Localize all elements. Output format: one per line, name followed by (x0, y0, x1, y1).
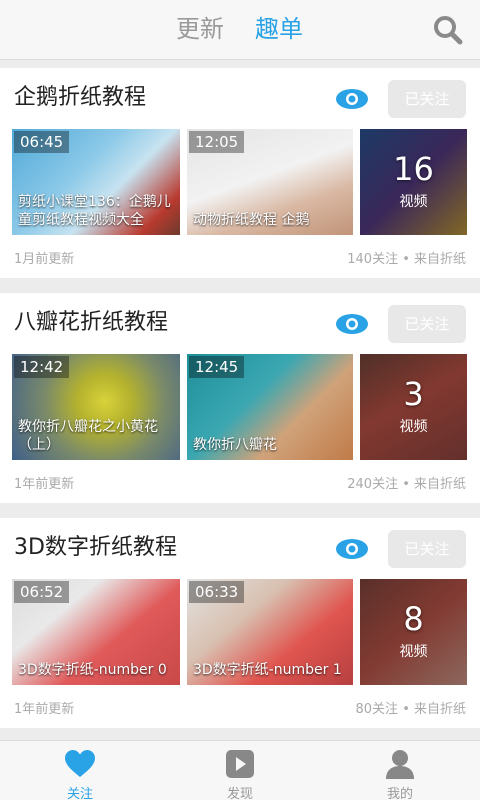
video-thumbnail[interactable]: 12:05 动物折纸教程 企鹅 (187, 129, 353, 235)
nav-label: 我的 (386, 787, 413, 800)
video-thumbnail[interactable]: 06:33 3D数字折纸-number 1 (187, 579, 353, 685)
nav-label: 关注 (66, 787, 93, 800)
updated-time: 1月前更新 (14, 252, 75, 267)
follow-count-source: 140关注 • 来自折纸 (347, 252, 466, 267)
updated-time: 1年前更新 (14, 477, 75, 492)
video-thumbnail[interactable]: 06:45 剪纸小课堂136：企鹅儿童剪纸教程视频大全 (12, 129, 180, 235)
video-thumbnail[interactable]: 12:42 教你折八瓣花之小黄花（上） (12, 354, 180, 460)
video-title: 教你折八瓣花 (193, 437, 277, 453)
video-count-label: 视频 (399, 194, 428, 210)
video-title: 3D数字折纸-number 1 (193, 662, 342, 678)
more-videos-tile[interactable]: 8 视频 (360, 579, 467, 685)
video-duration: 12:45 (189, 356, 245, 378)
person-icon (386, 750, 414, 779)
video-duration: 06:52 (14, 581, 70, 603)
video-title: 3D数字折纸-number 0 (18, 662, 167, 678)
video-duration: 06:45 (14, 131, 70, 153)
video-thumbnail[interactable]: 12:45 教你折八瓣花 (187, 354, 353, 460)
search-icon[interactable] (432, 14, 464, 46)
playlist-card[interactable]: 3D数字折纸教程 已关注 06:52 3D数字折纸-number 0 06:33… (0, 518, 480, 728)
followed-button[interactable]: 已关注 (388, 530, 466, 568)
playlist-title: 3D数字折纸教程 (14, 535, 177, 560)
video-count: 16 (393, 150, 434, 188)
video-thumbnail[interactable]: 06:52 3D数字折纸-number 0 (12, 579, 180, 685)
video-count: 8 (403, 600, 424, 638)
follow-count-source: 80关注 • 来自折纸 (355, 702, 466, 717)
video-duration: 12:05 (189, 131, 245, 153)
tab-lists[interactable]: 趣单 (255, 14, 303, 44)
followed-button[interactable]: 已关注 (388, 305, 466, 343)
playlist-feed: 企鹅折纸教程 已关注 06:45 剪纸小课堂136：企鹅儿童剪纸教程视频大全 1… (0, 68, 480, 743)
more-videos-tile[interactable]: 16 视频 (360, 129, 467, 235)
nav-follow[interactable]: 关注 (0, 741, 160, 800)
video-count-label: 视频 (399, 419, 428, 435)
playlist-title: 八瓣花折纸教程 (14, 310, 169, 335)
video-duration: 12:42 (14, 356, 70, 378)
playlist-card[interactable]: 八瓣花折纸教程 已关注 12:42 教你折八瓣花之小黄花（上） 12:45 教你… (0, 293, 480, 503)
play-icon (226, 750, 254, 778)
eye-icon[interactable] (335, 313, 369, 335)
tab-updates[interactable]: 更新 (176, 14, 224, 44)
more-videos-tile[interactable]: 3 视频 (360, 354, 467, 460)
heart-icon (65, 750, 95, 777)
follow-count-source: 240关注 • 来自折纸 (347, 477, 466, 492)
nav-mine[interactable]: 我的 (320, 741, 480, 800)
video-duration: 06:33 (189, 581, 245, 603)
video-title: 剪纸小课堂136：企鹅儿童剪纸教程视频大全 (18, 194, 171, 228)
eye-icon[interactable] (335, 538, 369, 560)
updated-time: 1年前更新 (14, 702, 75, 717)
playlist-title: 企鹅折纸教程 (14, 85, 147, 110)
nav-discover[interactable]: 发现 (160, 741, 320, 800)
video-count-label: 视频 (399, 644, 428, 660)
video-title: 动物折纸教程 企鹅 (193, 212, 310, 228)
nav-label: 发现 (226, 787, 253, 800)
followed-button[interactable]: 已关注 (388, 80, 466, 118)
top-bar: 更新 趣单 (0, 0, 480, 60)
bottom-nav-bar: 关注 发现 我的 (0, 740, 480, 800)
playlist-card[interactable]: 企鹅折纸教程 已关注 06:45 剪纸小课堂136：企鹅儿童剪纸教程视频大全 1… (0, 68, 480, 278)
video-title: 教你折八瓣花之小黄花（上） (18, 419, 158, 453)
eye-icon[interactable] (335, 88, 369, 110)
video-count: 3 (403, 375, 424, 413)
